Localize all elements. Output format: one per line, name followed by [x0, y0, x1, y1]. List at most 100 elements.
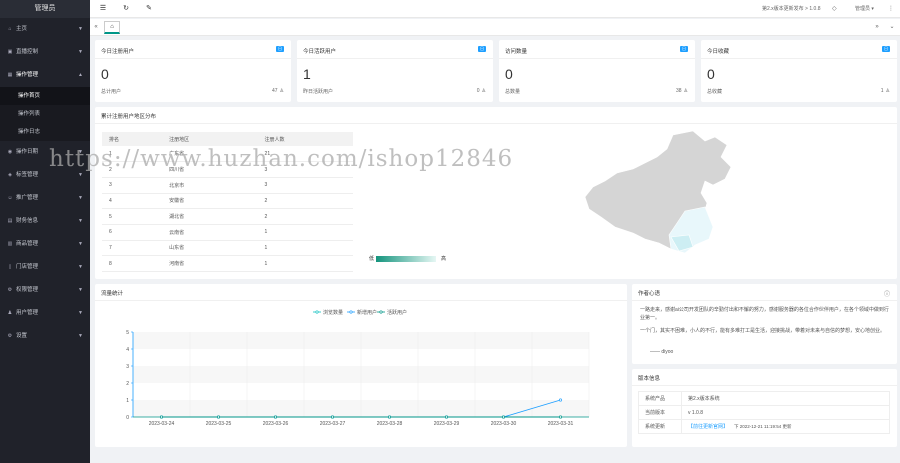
version-value-cell: v 1.0.8 [681, 405, 890, 420]
version-row: 系统更新 【前往更新官网】 下 2022-12-21 11:19:54 更新 [638, 419, 890, 434]
traffic-card: 流量统计 0 1 2 3 4 5 2023-03-24 2023-03-25 2023-03-2… [95, 284, 627, 447]
tabs-next-icon[interactable]: » [872, 19, 882, 36]
watermark: https://www.huzhan.com/ishop12846 [49, 146, 514, 172]
info-icon[interactable]: ⓘ [884, 289, 890, 298]
refresh-icon[interactable]: ↻ [119, 0, 133, 18]
data-point[interactable] [558, 415, 563, 419]
table-cell: 1 [257, 255, 353, 272]
map-legend-gradient [376, 256, 436, 262]
x-tick-label: 2023-03-24 [149, 421, 175, 427]
table-row: 3 北京市 3 [102, 177, 353, 194]
chevron-down-icon: ▼ [78, 241, 83, 247]
data-point[interactable] [501, 415, 506, 419]
user-icon: ♙ [885, 88, 890, 94]
data-point[interactable] [330, 415, 335, 419]
data-point[interactable] [159, 415, 164, 419]
stat-foot-label: 昨日活跃用户 [303, 89, 334, 95]
sidebar-subitem-0[interactable]: 操作首页 [0, 87, 90, 105]
version-title: 版本信息 [638, 376, 661, 382]
chevron-down-icon: ▼ [78, 287, 83, 293]
update-link[interactable]: 【前往更新官网】 [688, 424, 728, 430]
user-icon: ♟ [7, 310, 13, 316]
stat-value: 0 [707, 66, 715, 82]
sidebar-item-label: 操作日期 [16, 149, 39, 155]
sidebar-item-9[interactable]: ⚙ 权限管理 ▼ [0, 279, 90, 302]
camera-icon: ▣ [7, 49, 13, 55]
legend-label[interactable]: 新增用户 [357, 309, 377, 316]
version-value: v 1.0.8 [688, 409, 704, 416]
y-tick-label: 3 [126, 364, 129, 370]
table-cell: 3 [257, 177, 353, 194]
wallet-icon: ▤ [7, 218, 13, 224]
table-cell: 1 [257, 240, 353, 257]
table-row: 5 湖北省 2 [102, 208, 353, 225]
tabs-prev-icon[interactable]: « [91, 19, 101, 36]
tab-home[interactable]: ⌂ [104, 21, 120, 34]
version-key: 系统产品 [638, 391, 682, 406]
sidebar-item-7[interactable]: ▥ 商品管理 ▼ [0, 233, 90, 256]
version-notice[interactable]: 第2.x版本更新发布 > 1.0.8 [762, 0, 821, 18]
stat-badge: 日 [882, 46, 890, 52]
data-point[interactable] [273, 415, 278, 419]
clear-cache-icon[interactable]: ✎ [142, 0, 156, 18]
sidebar-item-6[interactable]: ▤ 财务信息 ▼ [0, 210, 90, 233]
data-point[interactable] [558, 398, 563, 402]
app-logo: 管理员 [0, 0, 90, 18]
sidebar-item-10[interactable]: ♟ 用户管理 ▼ [0, 302, 90, 325]
table-cell: 云南省 [162, 224, 258, 241]
legend-label[interactable]: 浏览数量 [323, 309, 343, 316]
chevron-down-icon: ▼ [78, 26, 83, 32]
user-menu[interactable]: 管理员 ▾ [855, 0, 874, 18]
menu-toggle-icon[interactable]: ☰ [96, 0, 110, 18]
sidebar-item-1[interactable]: ▣ 直播控制 ▼ [0, 41, 90, 64]
chevron-down-icon: ▼ [78, 264, 83, 270]
sidebar: 管理员 ⌂ 主页 ▼ ▣ 直播控制 ▼ ▦ 操作管理 ▲ 操作首页 操作列表 操作日志 ◉ 操作日期 ▼ ◈ 标… [0, 0, 90, 463]
author-card: 作者心语 ⓘ 一路走来，感谢ai公司开发团队的辛勤付出和不懈的努力，感谢服务器的… [632, 284, 897, 364]
version-row: 系统产品 第2.x版本系统 [638, 391, 890, 406]
sidebar-item-0[interactable]: ⌂ 主页 ▼ [0, 18, 90, 41]
sidebar-item-label: 推广管理 [16, 195, 39, 201]
y-tick-label: 4 [126, 347, 129, 353]
stat-badge: 日 [680, 46, 688, 52]
table-cell: 安徽省 [162, 193, 258, 210]
table-cell: 2 [257, 193, 353, 210]
legend-label[interactable]: 活跃用户 [387, 309, 407, 316]
data-point[interactable] [444, 415, 449, 419]
sidebar-item-5[interactable]: ☺ 推广管理 ▼ [0, 187, 90, 210]
user-name: 管理员 [855, 6, 871, 12]
y-tick-label: 0 [126, 415, 129, 421]
stat-count-value: 0 [476, 88, 480, 94]
sidebar-item-8[interactable]: ▯ 门店管理 ▼ [0, 256, 90, 279]
stat-foot-label: 总收藏 [707, 89, 723, 95]
data-point[interactable] [216, 415, 221, 419]
more-icon[interactable]: ⋮ [888, 0, 894, 18]
table-cell: 3 [102, 177, 163, 194]
stat-title: 今日收藏 [707, 49, 730, 55]
data-point[interactable] [387, 415, 392, 419]
stat-badge: 日 [478, 46, 486, 52]
stat-title: 今日活跃用户 [303, 49, 337, 55]
sidebar-item-11[interactable]: ⚙ 设置 ▼ [0, 325, 90, 348]
sidebar-item-label: 财务信息 [16, 218, 39, 224]
china-map[interactable] [545, 127, 805, 277]
sidebar-item-label: 门店管理 [16, 264, 39, 270]
legend-swatch-dot [349, 310, 353, 314]
traffic-chart[interactable]: 0 1 2 3 4 5 2023-03-24 2023-03-25 2023-03-26 2023… [95, 301, 627, 447]
sidebar-item-2[interactable]: ▦ 操作管理 ▲ [0, 64, 90, 87]
sidebar-subitem-2[interactable]: 操作日志 [0, 123, 90, 141]
stat-foot-label: 总计用户 [101, 89, 122, 95]
tabs-menu-icon[interactable]: ⌄ [887, 19, 897, 36]
tag-icon[interactable]: ◇ [832, 0, 837, 18]
author-paragraph-1: 一路走来，感谢ai公司开发团队的辛勤付出和不懈的努力，感谢服务器的各位合作伙伴用… [640, 307, 889, 321]
table-row: 4 安徽省 2 [102, 193, 353, 210]
shop-icon: ▥ [7, 241, 13, 247]
legend-high-label: 高 [441, 256, 447, 262]
stat-count-value: 1 [880, 88, 884, 94]
chevron-down-icon: ▼ [78, 218, 83, 224]
x-tick-label: 2023-03-27 [320, 421, 346, 427]
x-tick-label: 2023-03-28 [377, 421, 403, 427]
home-icon: ⌂ [8, 26, 12, 32]
door-icon: ▯ [8, 264, 12, 270]
sidebar-subitem-1[interactable]: 操作列表 [0, 105, 90, 123]
top-bar: ☰ ↻ ✎ 第2.x版本更新发布 > 1.0.8 ◇ 管理员 ▾ ⋮ [90, 0, 900, 18]
